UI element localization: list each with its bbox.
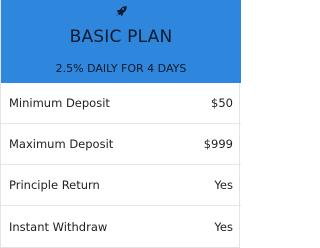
feature-value: $50 xyxy=(211,96,233,110)
plan-subtitle: 2.5% DAILY FOR 4 DAYS xyxy=(55,62,187,75)
feature-value: Yes xyxy=(214,219,233,234)
plan-feature-list: Minimum Deposit $50 Maximum Deposit $999… xyxy=(1,83,241,247)
feature-label: Instant Withdraw xyxy=(9,219,108,234)
plan-title: BASIC PLAN xyxy=(69,27,173,47)
feature-row-principle-return: Principle Return Yes xyxy=(1,165,241,206)
feature-label: Principle Return xyxy=(9,178,100,192)
feature-row-instant-withdraw: Instant Withdraw Yes xyxy=(1,206,241,247)
feature-value: Yes xyxy=(214,178,233,192)
pricing-plan-card: BASIC PLAN 2.5% DAILY FOR 4 DAYS Minimum… xyxy=(0,0,241,248)
feature-row-minimum-deposit: Minimum Deposit $50 xyxy=(1,83,241,124)
rocket-icon xyxy=(1,3,241,19)
feature-value: $999 xyxy=(203,137,233,151)
plan-header: BASIC PLAN 2.5% DAILY FOR 4 DAYS xyxy=(1,0,241,83)
feature-label: Minimum Deposit xyxy=(9,96,110,110)
feature-label: Maximum Deposit xyxy=(9,137,114,151)
feature-row-maximum-deposit: Maximum Deposit $999 xyxy=(1,124,241,165)
